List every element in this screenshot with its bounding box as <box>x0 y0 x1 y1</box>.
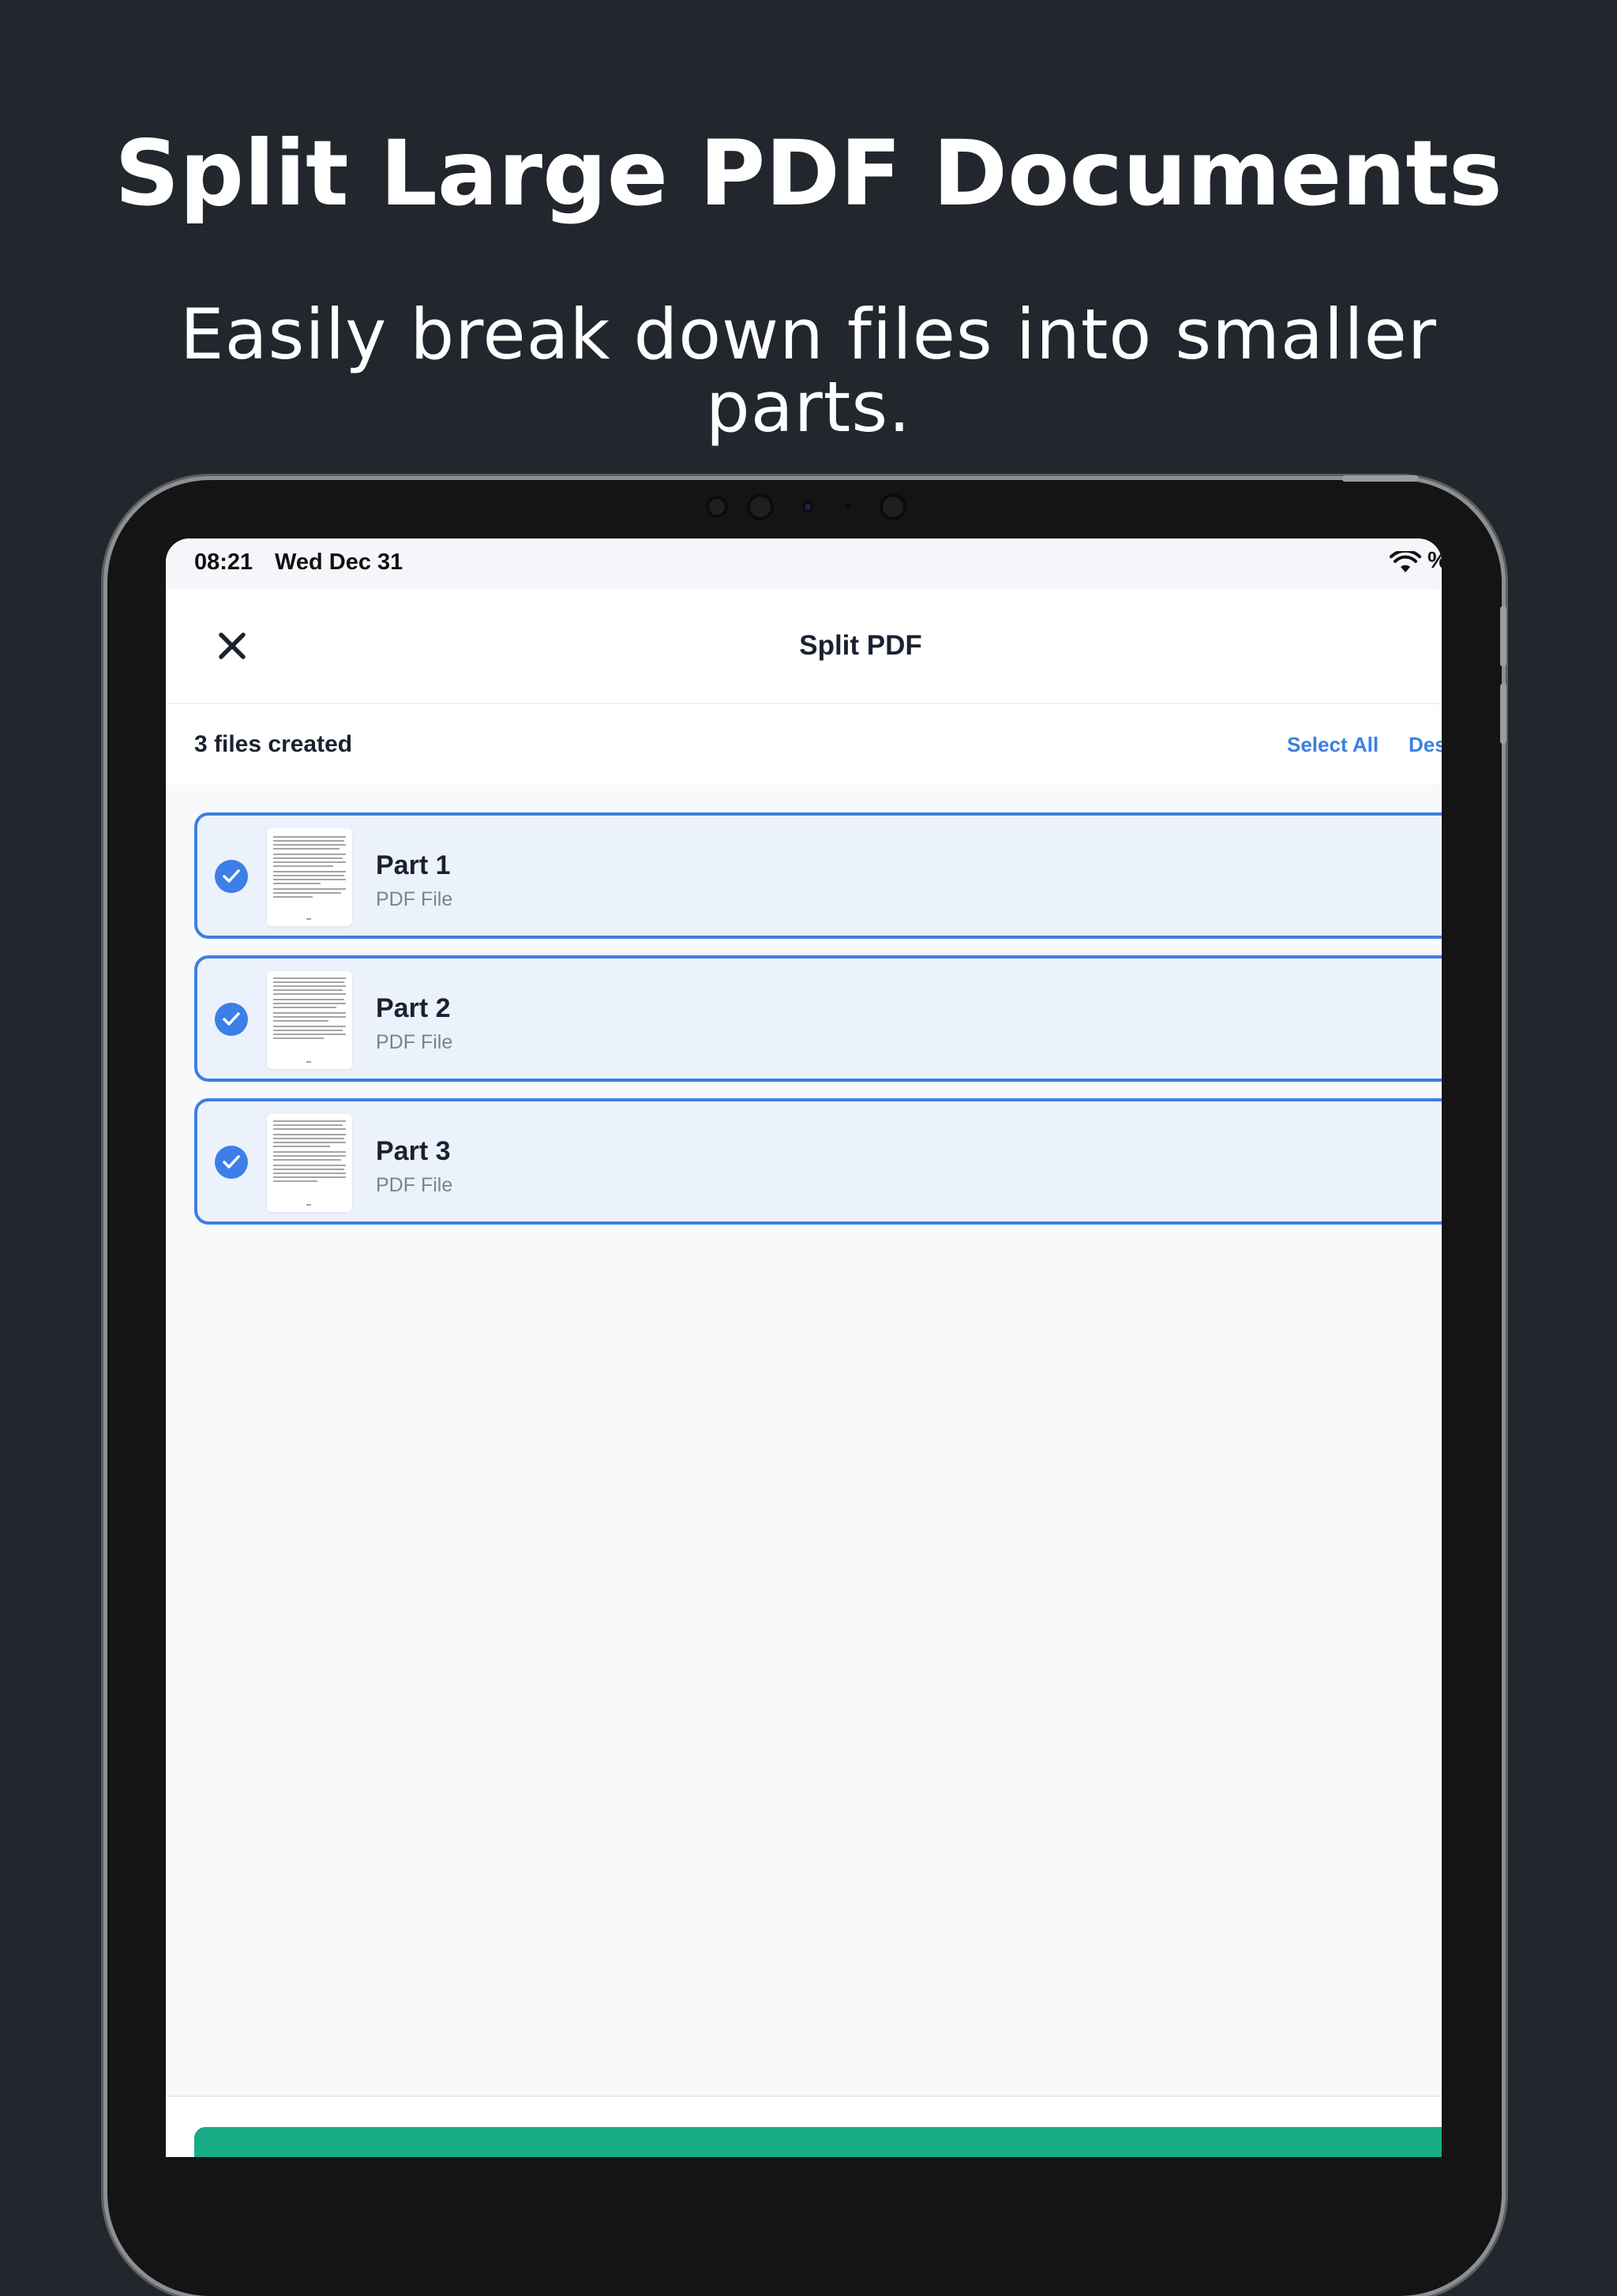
file-type: PDF File <box>376 1174 453 1196</box>
status-date: Wed Dec 31 <box>275 550 403 575</box>
file-card-part-2[interactable]: Part 2 PDF File <box>194 955 1442 1082</box>
checkmark-icon <box>223 1012 240 1026</box>
camera-sensor-icon <box>845 504 851 510</box>
camera-sensor-icon <box>880 493 906 520</box>
file-name: Part 2 <box>376 993 451 1023</box>
file-card-part-1[interactable]: Part 1 PDF File <box>194 812 1442 939</box>
files-toolbar: 3 files created Select All Des <box>166 704 1442 785</box>
promo-headline: Split Large PDF Documents <box>114 121 1503 226</box>
camera-lens-icon <box>802 501 813 512</box>
file-type: PDF File <box>376 888 453 910</box>
camera-sensor-icon <box>747 493 774 520</box>
device-top-button <box>1342 475 1418 482</box>
pdf-thumbnail <box>267 1114 352 1212</box>
wifi-icon <box>1390 551 1421 572</box>
file-card-part-3[interactable]: Part 3 PDF File <box>194 1098 1442 1225</box>
battery-percentage: % <box>1428 548 1442 574</box>
files-count: 3 files created <box>194 731 353 757</box>
pdf-thumbnail <box>267 971 352 1069</box>
file-type: PDF File <box>376 1031 453 1053</box>
status-time: 08:21 <box>194 550 253 575</box>
device-volume-up-button <box>1500 606 1506 666</box>
pdf-thumbnail <box>267 828 352 926</box>
file-name: Part 3 <box>376 1136 451 1166</box>
checkmark-icon <box>223 1155 240 1169</box>
select-all-button[interactable]: Select All <box>1287 704 1379 785</box>
checkbox-checked[interactable] <box>215 1146 248 1179</box>
checkbox-checked[interactable] <box>215 1003 248 1036</box>
checkmark-icon <box>223 869 240 883</box>
status-bar: 08:21 Wed Dec 31 % <box>166 538 1442 589</box>
promo-subheadline: Easily break down files into smaller par… <box>180 294 1437 448</box>
navigation-bar: Split PDF <box>166 589 1442 704</box>
file-list: Part 1 PDF File Part 2 PDF File Part 3 P… <box>194 812 1442 1241</box>
checkbox-checked[interactable] <box>215 860 248 893</box>
deselect-all-button[interactable]: Des <box>1409 704 1442 785</box>
app-screen: 08:21 Wed Dec 31 % Split PDF 3 files cre… <box>166 538 1442 2157</box>
primary-action-button[interactable] <box>194 2127 1442 2157</box>
bottom-action-bar <box>166 2095 1442 2157</box>
page-title: Split PDF <box>799 630 922 661</box>
file-name: Part 1 <box>376 850 451 880</box>
camera-sensor-icon <box>706 496 728 518</box>
device-volume-down-button <box>1500 684 1506 744</box>
